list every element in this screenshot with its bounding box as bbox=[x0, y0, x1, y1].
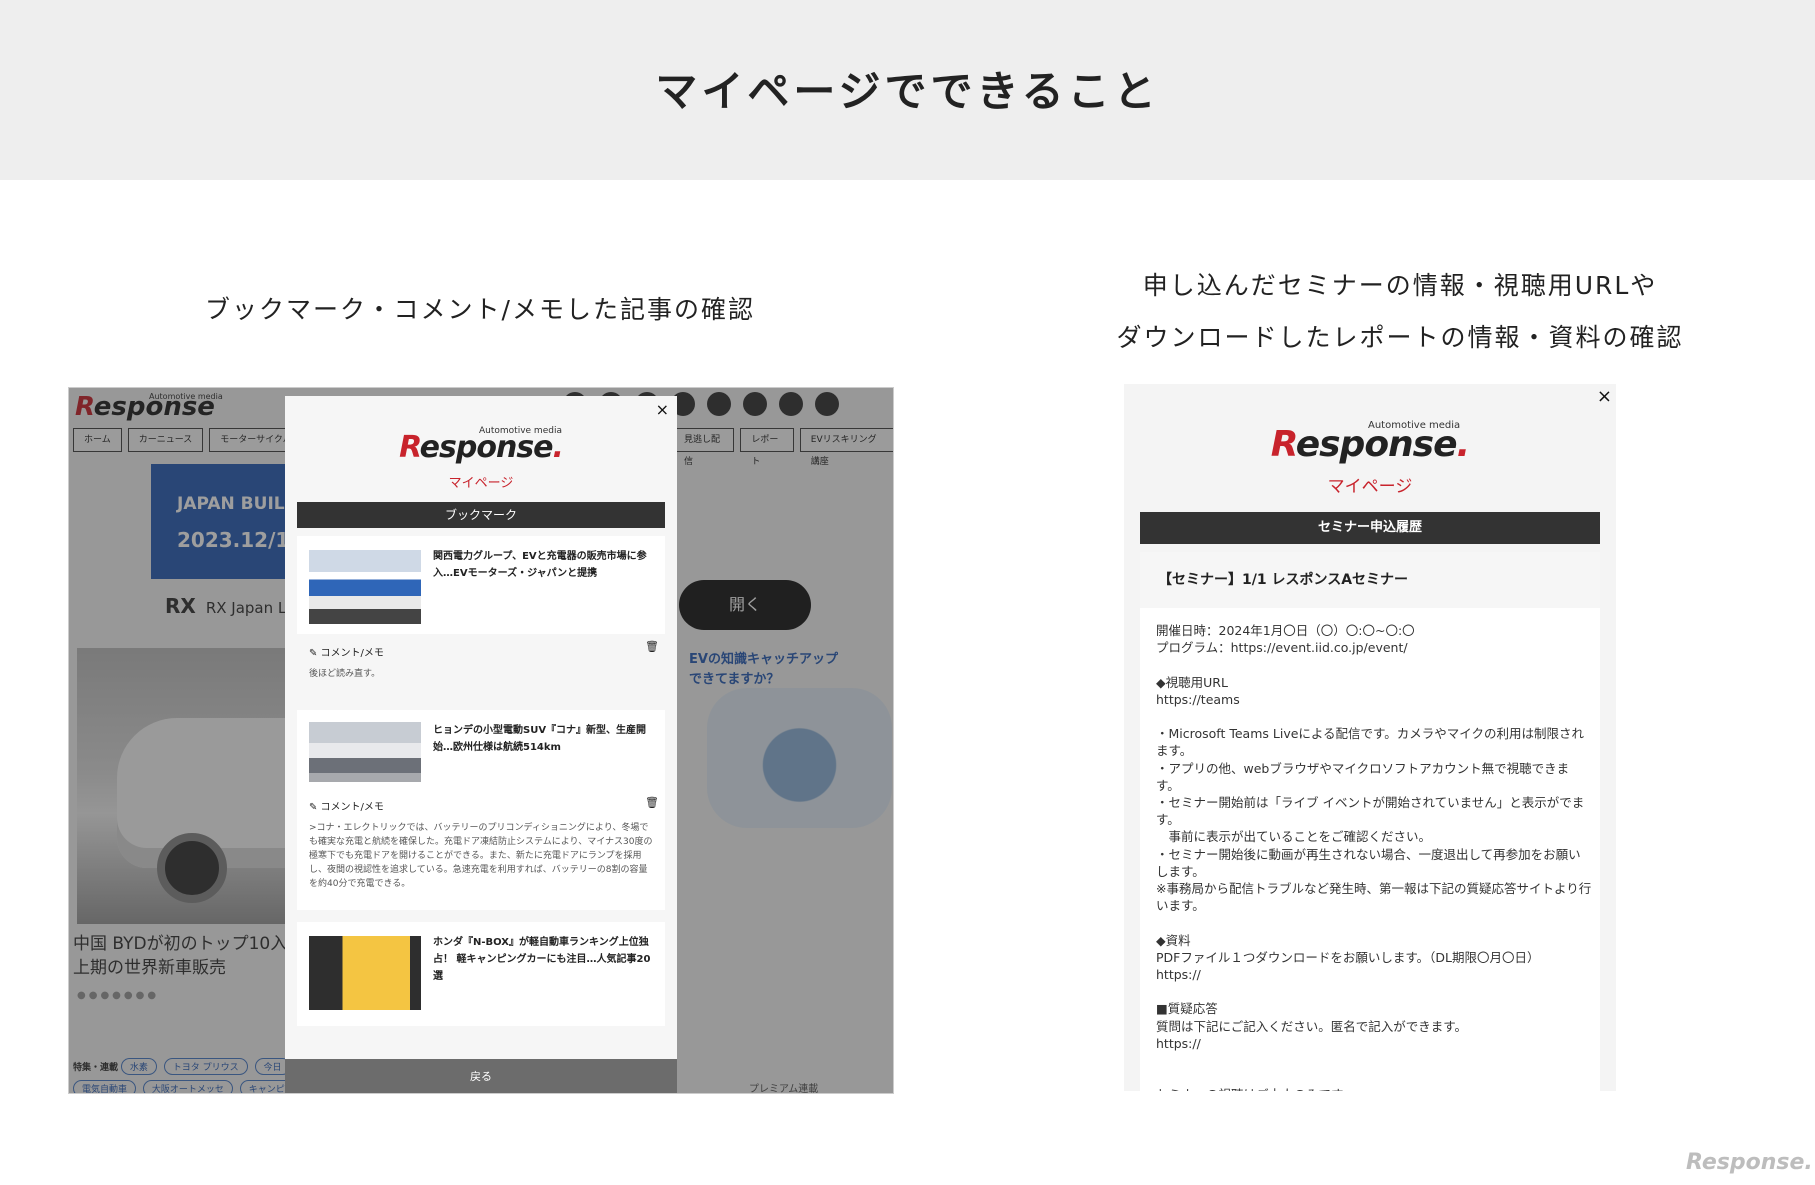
mypage-subtitle: マイページ bbox=[1327, 477, 1413, 497]
bookmark-card[interactable]: 関西電力グループ、EVと充電器の販売市場に参入…EVモーターズ・ジャパンと提携 … bbox=[297, 536, 665, 700]
caption-left: ブックマーク・コメント/メモした記事の確認 bbox=[205, 295, 755, 324]
seminar-card: 【セミナー】1/1 レスポンスAセミナー 開催日時：2024年1月〇日（〇）〇:… bbox=[1140, 552, 1600, 1091]
caption-right-line2: ダウンロードしたレポートの情報・資料の確認 bbox=[1116, 323, 1684, 352]
seminar-screenshot: × Automotive media Response. マイページ セミナー申… bbox=[1124, 384, 1616, 1091]
trash-icon[interactable]: 🗑 bbox=[645, 640, 659, 653]
mypage-subtitle: マイページ bbox=[448, 476, 514, 491]
memo-label: ✎ コメント/メモ bbox=[309, 802, 384, 813]
section-title-seminar: セミナー申込履歴 bbox=[1140, 512, 1600, 544]
seminar-details: 開催日時：2024年1月〇日（〇）〇:〇~〇:〇 プログラム：https://e… bbox=[1156, 623, 1592, 1091]
seminar-title: 【セミナー】1/1 レスポンスAセミナー bbox=[1140, 552, 1600, 608]
memo-area: ✎ コメント/メモ 後ほど読み直す。 🗑 bbox=[297, 634, 665, 700]
article-title[interactable]: ホンダ『N-BOX』が軽自動車ランキング上位独占！ 軽キャンピングカーにも注目…… bbox=[433, 934, 655, 985]
back-button[interactable]: 戻る bbox=[285, 1059, 677, 1093]
article-thumbnail[interactable] bbox=[309, 722, 421, 782]
close-icon[interactable]: × bbox=[1597, 386, 1612, 407]
caption-right: 申し込んだセミナーの情報・視聴用URLや ダウンロードしたレポートの情報・資料の… bbox=[1060, 260, 1740, 364]
footer-logo: Response. bbox=[1686, 1150, 1813, 1175]
memo-label: ✎ コメント/メモ bbox=[309, 648, 384, 659]
page-title: マイページでできること bbox=[655, 67, 1160, 116]
article-thumbnail[interactable] bbox=[309, 936, 421, 1010]
trash-icon[interactable]: 🗑 bbox=[645, 796, 659, 809]
article-title[interactable]: 関西電力グループ、EVと充電器の販売市場に参入…EVモーターズ・ジャパンと提携 bbox=[433, 548, 655, 582]
response-logo: Response. bbox=[399, 430, 564, 465]
bookmark-card[interactable]: ホンダ『N-BOX』が軽自動車ランキング上位独占！ 軽キャンピングカーにも注目…… bbox=[297, 922, 665, 1026]
memo-text: >コナ・エレクトリックでは、バッテリーのプリコンディショニングにより、冬場でも確… bbox=[309, 823, 653, 889]
caption-right-line1: 申し込んだセミナーの情報・視聴用URLや bbox=[1142, 271, 1658, 300]
response-logo: Response. bbox=[1270, 424, 1470, 465]
article-thumbnail[interactable] bbox=[309, 550, 421, 624]
bookmark-screenshot: Response Automotive media ホーム カーニュース モータ… bbox=[68, 387, 894, 1094]
bookmark-card[interactable]: ヒョンデの小型電動SUV『コナ』新型、生産開始…欧州仕様は航続514km ✎ コ… bbox=[297, 710, 665, 910]
mypage-modal: × Automotive media Response. マイページ ブックマー… bbox=[285, 396, 677, 1093]
memo-text: 後ほど読み直す。 bbox=[309, 669, 381, 679]
section-title-bookmark: ブックマーク bbox=[297, 502, 665, 528]
article-title[interactable]: ヒョンデの小型電動SUV『コナ』新型、生産開始…欧州仕様は航続514km bbox=[433, 722, 655, 756]
close-icon[interactable]: × bbox=[656, 400, 669, 419]
